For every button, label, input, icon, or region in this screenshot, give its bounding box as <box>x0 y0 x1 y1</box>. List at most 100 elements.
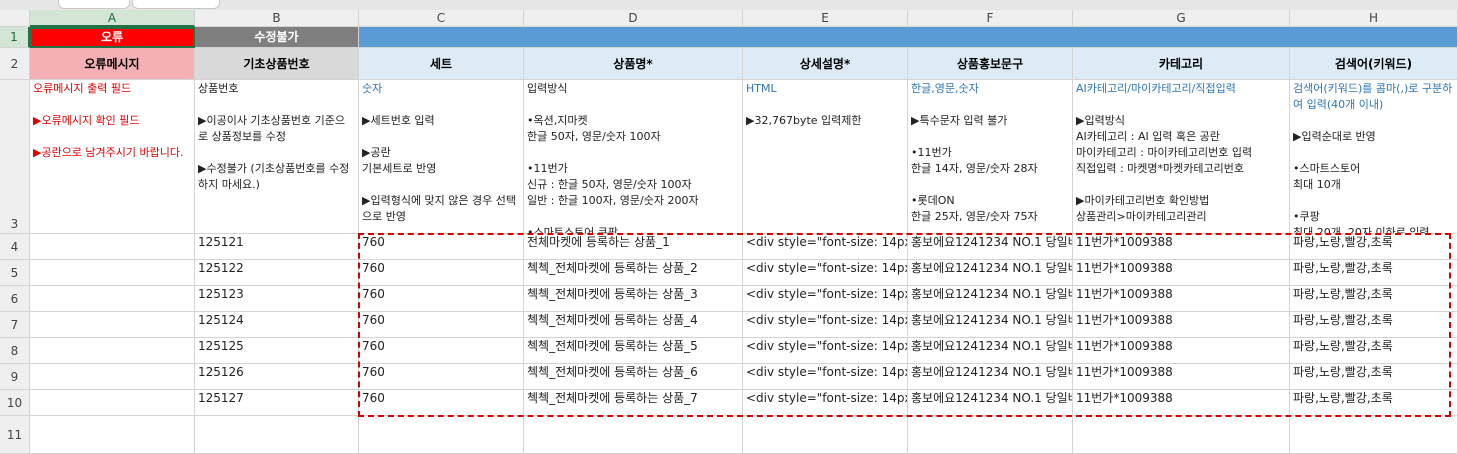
field-header-b[interactable]: 기초상품번호 <box>195 48 359 80</box>
readonly-status-cell[interactable]: 수정불가 <box>195 27 359 48</box>
data-cell-c[interactable]: 760 <box>359 364 524 390</box>
field-header-d[interactable]: 상품명* <box>524 48 743 80</box>
column-header-b[interactable]: B <box>195 10 359 27</box>
field-header-c[interactable]: 세트 <box>359 48 524 80</box>
field-header-h[interactable]: 검색어(키워드) <box>1290 48 1458 80</box>
data-cell-f[interactable]: 홍보에요1241234 NO.1 당일배송 <box>908 364 1073 390</box>
data-cell-e[interactable]: <div style="font-size: 14px; <box>743 260 908 286</box>
sheet-tab[interactable] <box>132 0 220 9</box>
sheet-tab[interactable] <box>58 0 130 9</box>
data-cell-g[interactable]: 11번가*1009388 <box>1073 390 1290 416</box>
data-cell-c[interactable]: 760 <box>359 260 524 286</box>
data-cell-e[interactable]: <div style="font-size: 14px; <box>743 312 908 338</box>
data-cell-a[interactable] <box>30 364 195 390</box>
data-cell-d[interactable]: 첵첵_전체마켓에 등록하는 상품_2 <box>524 260 743 286</box>
row-header-10[interactable]: 10 <box>0 390 30 416</box>
empty-cell[interactable] <box>30 416 195 454</box>
field-description-g[interactable]: AI카테고리/마이카테고리/직접입력 ▶입력방식 AI카테고리 : AI 입력 혹은… <box>1073 80 1290 234</box>
row-header-8[interactable]: 8 <box>0 338 30 364</box>
data-cell-h[interactable]: 파랑,노랑,빨강,초록 <box>1290 338 1458 364</box>
row-header-5[interactable]: 5 <box>0 260 30 286</box>
row-header-2[interactable]: 2 <box>0 48 30 80</box>
data-cell-c[interactable]: 760 <box>359 234 524 260</box>
column-header-g[interactable]: G <box>1073 10 1290 27</box>
row1-blue-band[interactable] <box>359 27 1458 48</box>
data-cell-f[interactable]: 홍보에요1241234 NO.1 당일배송 <box>908 312 1073 338</box>
empty-cell[interactable] <box>1290 416 1458 454</box>
data-cell-e[interactable]: <div style="font-size: 14px; <box>743 390 908 416</box>
field-description-h[interactable]: 검색어(키워드)를 콤마(,)로 구분하여 입력(40개 이내) ▶입력순대로 반… <box>1290 80 1458 234</box>
data-cell-h[interactable]: 파랑,노랑,빨강,초록 <box>1290 390 1458 416</box>
data-cell-g[interactable]: 11번가*1009388 <box>1073 312 1290 338</box>
row-header-3[interactable]: 3 <box>0 80 30 234</box>
data-cell-f[interactable]: 홍보에요1241234 NO.1 당일배송 <box>908 286 1073 312</box>
column-header-c[interactable]: C <box>359 10 524 27</box>
row-header-11[interactable]: 11 <box>0 416 30 454</box>
data-cell-b[interactable]: 125123 <box>195 286 359 312</box>
data-cell-d[interactable]: 첵첵_전체마켓에 등록하는 상품_4 <box>524 312 743 338</box>
field-header-e[interactable]: 상세설명* <box>743 48 908 80</box>
data-cell-e[interactable]: <div style="font-size: 14px; <box>743 286 908 312</box>
data-cell-g[interactable]: 11번가*1009388 <box>1073 234 1290 260</box>
data-cell-d[interactable]: 첵첵_전체마켓에 등록하는 상품_5 <box>524 338 743 364</box>
field-description-e[interactable]: HTML ▶32,767byte 입력제한 <box>743 80 908 234</box>
error-status-cell[interactable]: 오류 <box>30 27 195 48</box>
data-cell-b[interactable]: 125127 <box>195 390 359 416</box>
data-cell-h[interactable]: 파랑,노랑,빨강,초록 <box>1290 234 1458 260</box>
data-cell-a[interactable] <box>30 312 195 338</box>
data-cell-f[interactable]: 홍보에요1241234 NO.1 당일배송 <box>908 260 1073 286</box>
data-cell-f[interactable]: 홍보에요1241234 NO.1 당일배송 <box>908 338 1073 364</box>
field-header-g[interactable]: 카테고리 <box>1073 48 1290 80</box>
data-cell-g[interactable]: 11번가*1009388 <box>1073 364 1290 390</box>
data-cell-b[interactable]: 125126 <box>195 364 359 390</box>
data-cell-b[interactable]: 125124 <box>195 312 359 338</box>
data-cell-c[interactable]: 760 <box>359 312 524 338</box>
data-cell-e[interactable]: <div style="font-size: 14px; <box>743 364 908 390</box>
row-header-7[interactable]: 7 <box>0 312 30 338</box>
data-cell-a[interactable] <box>30 286 195 312</box>
column-header-d[interactable]: D <box>524 10 743 27</box>
data-cell-d[interactable]: 전체마켓에 등록하는 상품_1 <box>524 234 743 260</box>
data-cell-b[interactable]: 125122 <box>195 260 359 286</box>
row-header-6[interactable]: 6 <box>0 286 30 312</box>
data-cell-d[interactable]: 첵첵_전체마켓에 등록하는 상품_3 <box>524 286 743 312</box>
data-cell-a[interactable] <box>30 390 195 416</box>
row-header-1[interactable]: 1 <box>0 27 30 48</box>
field-description-c[interactable]: 숫자 ▶세트번호 입력 ▶공란 기본세트로 반영 ▶입력형식에 맞지 않은 경우 선택으… <box>359 80 524 234</box>
column-header-f[interactable]: F <box>908 10 1073 27</box>
column-header-h[interactable]: H <box>1290 10 1458 27</box>
data-cell-f[interactable]: 홍보에요1241234 NO.1 당일배송 <box>908 390 1073 416</box>
data-cell-a[interactable] <box>30 338 195 364</box>
field-description-d[interactable]: 입력방식 •옥션,지마켓 한글 50자, 영문/숫자 100자 •11번가 신규 : 한… <box>524 80 743 234</box>
empty-cell[interactable] <box>359 416 524 454</box>
data-cell-a[interactable] <box>30 260 195 286</box>
data-cell-c[interactable]: 760 <box>359 286 524 312</box>
data-cell-e[interactable]: <div style="font-size: 14px; <box>743 234 908 260</box>
field-description-a[interactable]: 오류메시지 출력 필드 ▶오류메시지 확인 필드 ▶공란으로 남겨주시기 바랍니다. <box>30 80 195 234</box>
column-header-e[interactable]: E <box>743 10 908 27</box>
empty-cell[interactable] <box>1073 416 1290 454</box>
data-cell-h[interactable]: 파랑,노랑,빨강,초록 <box>1290 364 1458 390</box>
data-cell-d[interactable]: 첵첵_전체마켓에 등록하는 상품_6 <box>524 364 743 390</box>
data-cell-h[interactable]: 파랑,노랑,빨강,초록 <box>1290 312 1458 338</box>
empty-cell[interactable] <box>524 416 743 454</box>
data-cell-g[interactable]: 11번가*1009388 <box>1073 260 1290 286</box>
field-description-b[interactable]: 상품번호 ▶이공이사 기초상품번호 기준으로 상품정보를 수정 ▶수정불가 (기초상… <box>195 80 359 234</box>
field-header-a[interactable]: 오류메시지 <box>30 48 195 80</box>
empty-cell[interactable] <box>743 416 908 454</box>
data-cell-h[interactable]: 파랑,노랑,빨강,초록 <box>1290 286 1458 312</box>
data-cell-g[interactable]: 11번가*1009388 <box>1073 338 1290 364</box>
row-header-9[interactable]: 9 <box>0 364 30 390</box>
select-all-corner[interactable] <box>0 10 30 27</box>
data-cell-a[interactable] <box>30 234 195 260</box>
data-cell-d[interactable]: 첵첵_전체마켓에 등록하는 상품_7 <box>524 390 743 416</box>
data-cell-c[interactable]: 760 <box>359 338 524 364</box>
data-cell-c[interactable]: 760 <box>359 390 524 416</box>
data-cell-f[interactable]: 홍보에요1241234 NO.1 당일배송 <box>908 234 1073 260</box>
empty-cell[interactable] <box>908 416 1073 454</box>
data-cell-h[interactable]: 파랑,노랑,빨강,초록 <box>1290 260 1458 286</box>
row-header-4[interactable]: 4 <box>0 234 30 260</box>
field-header-f[interactable]: 상품홍보문구 <box>908 48 1073 80</box>
data-cell-b[interactable]: 125121 <box>195 234 359 260</box>
field-description-f[interactable]: 한글,영문,숫자 ▶특수문자 입력 불가 •11번가 한글 14자, 영문/숫자 28… <box>908 80 1073 234</box>
